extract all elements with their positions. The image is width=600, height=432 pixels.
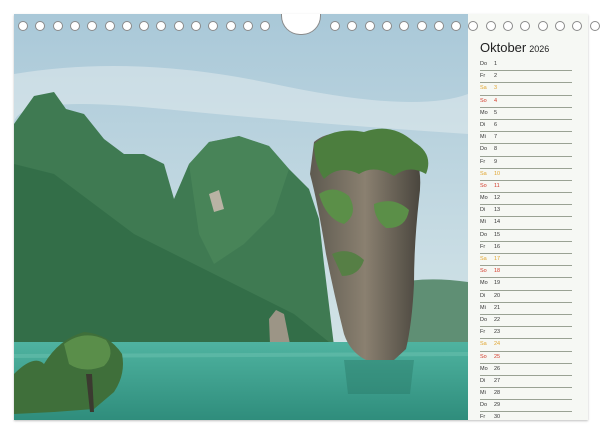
- day-number: 14: [494, 219, 501, 226]
- weekday-label: Mo: [480, 109, 488, 116]
- day-row: Do 22: [480, 315, 572, 328]
- day-number: 9: [494, 158, 498, 165]
- day-row: Fr 16: [480, 242, 572, 254]
- weekday-label: Sa: [480, 170, 487, 177]
- day-number: 1: [494, 61, 498, 67]
- day-number: 18: [494, 268, 501, 275]
- day-number: 5: [494, 109, 498, 116]
- month-title: Oktober 2026: [480, 40, 549, 55]
- day-number: 3: [494, 85, 498, 92]
- weekday-label: Sa: [480, 256, 487, 262]
- weekday-label: Sa: [480, 341, 487, 348]
- day-number: 30: [494, 414, 501, 420]
- day-row: Mo 26: [480, 364, 572, 376]
- day-number: 23: [494, 329, 501, 336]
- day-row: Mi 28: [480, 388, 572, 401]
- day-number: 7: [494, 134, 498, 141]
- weekday-label: Do: [480, 61, 488, 67]
- day-row: Do 8: [480, 144, 572, 157]
- day-number: 20: [494, 292, 501, 299]
- weekday-label: Fr: [480, 414, 486, 420]
- day-number: 15: [494, 231, 501, 238]
- weekday-label: Di: [480, 207, 486, 214]
- day-number: 11: [494, 182, 500, 189]
- weekday-label: Mo: [480, 280, 488, 287]
- day-number: 19: [494, 280, 501, 287]
- weekday-label: Di: [480, 377, 486, 384]
- day-row: Di 6: [480, 120, 572, 133]
- day-row: Sa 24: [480, 339, 572, 352]
- weekday-label: Mo: [480, 195, 488, 202]
- day-number: 10: [494, 170, 501, 177]
- day-row: Fr 30: [480, 412, 572, 420]
- weekday-label: So: [480, 353, 487, 360]
- limestone-island-illustration: [14, 14, 468, 420]
- day-row: Fr 9: [480, 157, 572, 169]
- day-number: 25: [494, 353, 501, 360]
- year: 2026: [529, 44, 550, 54]
- day-row: Mi 7: [480, 132, 572, 145]
- month-name: Oktober: [480, 40, 527, 55]
- calendar-page: Oktober 2026 Do 1 Fr 2 Sa 3 So 4 Mo 5 Di 6 Mi 7 Do 8 Fr 9 S…: [14, 14, 588, 420]
- day-row: Sa 10: [480, 169, 572, 181]
- weekday-label: Di: [480, 121, 486, 128]
- day-number: 21: [494, 304, 501, 311]
- day-row: So 11: [480, 181, 572, 194]
- day-number: 29: [494, 402, 501, 409]
- day-row: Di 13: [480, 205, 572, 218]
- weekday-label: Mi: [480, 390, 486, 397]
- day-number: 12: [494, 195, 501, 202]
- weekday-label: Sa: [480, 85, 487, 92]
- landscape-photo: [14, 14, 468, 420]
- day-row: So 4: [480, 96, 572, 108]
- weekday-label: Mi: [480, 219, 486, 226]
- day-number: 22: [494, 316, 501, 323]
- weekday-label: Mi: [480, 304, 486, 311]
- weekday-label: Do: [480, 402, 488, 409]
- day-number: 27: [494, 377, 501, 384]
- day-row: Sa 3: [480, 83, 572, 96]
- weekday-label: Do: [480, 146, 488, 153]
- day-row: Sa 17: [480, 254, 572, 267]
- weekday-label: So: [480, 182, 487, 189]
- day-row: Mo 12: [480, 193, 572, 206]
- weekday-label: Fr: [480, 158, 486, 165]
- day-list: Do 1 Fr 2 Sa 3 So 4 Mo 5 Di 6 Mi 7 Do 8 Fr 9 Sa 10 So 11 Mo 12 D…: [480, 59, 572, 420]
- day-number: 16: [494, 243, 501, 250]
- day-number: 17: [494, 256, 501, 262]
- weekday-label: Mo: [480, 365, 488, 372]
- weekday-label: Do: [480, 316, 488, 323]
- weekday-label: Do: [480, 231, 488, 238]
- day-row: Do 15: [480, 230, 572, 242]
- day-row: So 18: [480, 266, 572, 279]
- weekday-label: Fr: [480, 329, 486, 336]
- day-number: 28: [494, 390, 501, 397]
- weekday-label: Mi: [480, 134, 486, 141]
- day-row: Fr 2: [480, 71, 572, 84]
- day-row: Mo 5: [480, 108, 572, 120]
- ring-icon: [589, 21, 600, 31]
- weekday-label: So: [480, 97, 487, 104]
- weekday-label: So: [480, 268, 487, 275]
- day-row: Mi 21: [480, 303, 572, 315]
- day-row: Fr 23: [480, 327, 572, 340]
- weekday-label: Fr: [480, 243, 486, 250]
- day-row: Do 29: [480, 400, 572, 413]
- weekday-label: Di: [480, 292, 486, 299]
- day-number: 26: [494, 365, 501, 372]
- day-row: Mo 19: [480, 278, 572, 291]
- day-row: Mi 14: [480, 217, 572, 230]
- weekday-label: Fr: [480, 73, 486, 80]
- calendar-sheet: Oktober 2026 Do 1 Fr 2 Sa 3 So 4 Mo 5 Di 6 Mi 7 Do 8 Fr 9 S…: [468, 14, 588, 420]
- day-number: 13: [494, 207, 501, 214]
- day-row: So 25: [480, 352, 572, 364]
- day-number: 2: [494, 73, 498, 80]
- day-row: Di 27: [480, 376, 572, 389]
- day-row: Do 1: [480, 59, 572, 72]
- day-number: 24: [494, 341, 501, 348]
- day-number: 8: [494, 146, 498, 153]
- day-number: 4: [494, 97, 498, 104]
- day-row: Di 20: [480, 291, 572, 303]
- day-number: 6: [494, 121, 498, 128]
